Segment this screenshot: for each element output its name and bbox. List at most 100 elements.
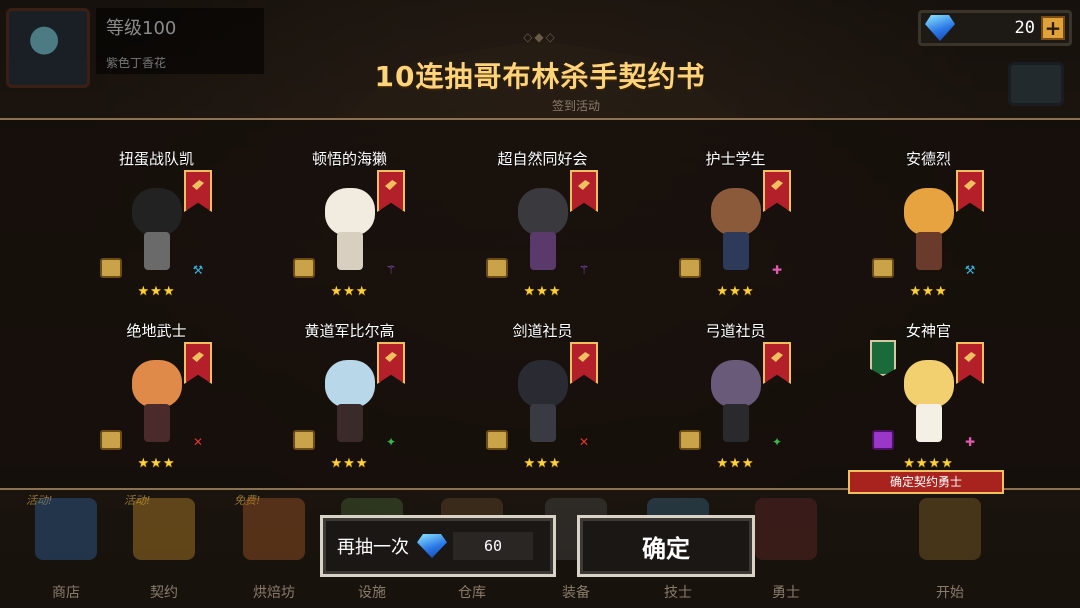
results-panel: 扭蛋战队凯 ⚒ ★★★ 顿悟的海獭 ⚚ ★★★ 超自然同好会 ⚚ ★★★ 护士学… (0, 118, 1080, 490)
player-level: 等级100 (106, 18, 177, 39)
result-card[interactable]: 弓道社员 ✦ ★★★ (639, 300, 832, 472)
result-card[interactable]: 安德烈 ⚒ ★★★ (832, 128, 1025, 300)
result-card[interactable]: 超自然同好会 ⚚ ★★★ (446, 128, 639, 300)
nav-item-warrior[interactable]: 勇士 (746, 492, 826, 608)
character-body (916, 232, 942, 270)
star-rating: ★★★ (330, 456, 369, 471)
character-sprite (902, 360, 956, 446)
scroll-icon (486, 258, 508, 278)
nav-item-bakery[interactable]: 免费! 烘焙坊 (234, 492, 314, 608)
nav-label: 开始 (936, 585, 964, 601)
bow-icon: ✦ (385, 435, 397, 449)
gem-counter: 20 + (918, 10, 1072, 46)
character-sprite (902, 188, 956, 274)
contract-banner-icon (184, 170, 212, 212)
contract-banner-icon (184, 342, 212, 384)
contract-banner-icon (570, 170, 598, 212)
add-gems-button[interactable]: + (1041, 16, 1065, 40)
contract-banner-icon (763, 170, 791, 212)
star-rating: ★★★ (523, 284, 562, 299)
result-card[interactable]: 剑道社员 ✕ ★★★ (446, 300, 639, 472)
nav-label: 商店 (52, 585, 80, 601)
character-sprite (130, 188, 184, 274)
result-card[interactable]: 顿悟的海獭 ⚚ ★★★ (253, 128, 446, 300)
character-body (530, 232, 556, 270)
character-name: 剑道社员 (512, 322, 573, 340)
character-head (132, 360, 182, 408)
draw-again-label: 再抽一次 (337, 537, 409, 558)
character-name: 女神官 (905, 322, 951, 340)
contract-banner-icon (956, 342, 984, 384)
star-rating: ★★★ (909, 284, 948, 299)
staff-icon: ⚚ (385, 263, 397, 277)
character-head (132, 188, 182, 236)
scroll-icon (486, 430, 508, 450)
sword-icon: ✕ (192, 435, 204, 449)
character-sprite (130, 360, 184, 446)
diamond-icon (925, 15, 955, 41)
cross-icon: ✚ (771, 263, 783, 277)
character-body (916, 404, 942, 442)
character-name: 护士学生 (705, 150, 766, 168)
result-card[interactable]: 黄道军比尔高 ✦ ★★★ (253, 300, 446, 472)
scroll-icon (679, 258, 701, 278)
contract-banner-icon (956, 170, 984, 212)
character-sprite (516, 360, 570, 446)
character-sprite (323, 188, 377, 274)
axe-icon: ⚒ (964, 263, 976, 277)
star-rating: ★★★ (137, 456, 176, 471)
confirm-label: 确定 (642, 534, 690, 563)
character-body (337, 232, 363, 270)
character-head (711, 360, 761, 408)
character-head (518, 188, 568, 236)
character-head (904, 360, 954, 408)
nav-label: 技士 (664, 585, 692, 601)
character-head (711, 188, 761, 236)
character-name: 顿悟的海獭 (311, 150, 387, 168)
result-card[interactable]: 女神官 ✚ ★★★★ (832, 300, 1025, 472)
character-name: 黄道军比尔高 (304, 322, 395, 340)
star-rating: ★★★★ (903, 456, 954, 471)
character-sprite (516, 188, 570, 274)
character-sprite (709, 360, 763, 446)
title-ornament: ◇◆◇ (523, 30, 557, 44)
nav-item-contract[interactable]: 活动! 契约 (124, 492, 204, 608)
gem-count: 20 (1014, 18, 1035, 38)
nav-label: 设施 (358, 585, 386, 601)
result-card[interactable]: 扭蛋战队凯 ⚒ ★★★ (60, 128, 253, 300)
character-head (325, 360, 375, 408)
star-rating: ★★★ (523, 456, 562, 471)
nav-item-shop[interactable]: 活动! 商店 (26, 492, 106, 608)
warrior-icon (755, 498, 817, 560)
sword-icon: ✕ (578, 435, 590, 449)
nav-label: 装备 (562, 585, 590, 601)
character-body (144, 404, 170, 442)
draw-again-button[interactable]: 再抽一次 60 (320, 515, 556, 577)
character-name: 安德烈 (905, 150, 951, 168)
featured-weapon-badge (870, 340, 896, 376)
nav-label: 勇士 (772, 585, 800, 601)
scroll-icon (100, 430, 122, 450)
start-icon (919, 498, 981, 560)
character-name: 绝地武士 (126, 322, 187, 340)
result-card[interactable]: 护士学生 ✚ ★★★ (639, 128, 832, 300)
cross-icon: ✚ (964, 435, 976, 449)
star-rating: ★★★ (716, 284, 755, 299)
nav-label: 契约 (150, 585, 178, 601)
scroll-icon (679, 430, 701, 450)
confirm-button[interactable]: 确定 (577, 515, 755, 577)
bow-icon: ✦ (771, 435, 783, 449)
character-body (723, 404, 749, 442)
shop-icon (35, 498, 97, 560)
contract-icon (133, 498, 195, 560)
results-grid: 扭蛋战队凯 ⚒ ★★★ 顿悟的海獭 ⚚ ★★★ 超自然同好会 ⚚ ★★★ 护士学… (60, 128, 1026, 478)
character-sprite (323, 360, 377, 446)
contract-banner-icon (377, 342, 405, 384)
scroll-icon (293, 258, 315, 278)
background-event-label: 签到活动 (552, 99, 601, 113)
result-card[interactable]: 绝地武士 ✕ ★★★ (60, 300, 253, 472)
confirm-contract-tag: 确定契约勇士 (848, 470, 1004, 494)
character-name: 超自然同好会 (497, 150, 588, 168)
nav-item-start[interactable]: 开始 (910, 492, 990, 608)
nav-label: 烘焙坊 (253, 585, 295, 601)
